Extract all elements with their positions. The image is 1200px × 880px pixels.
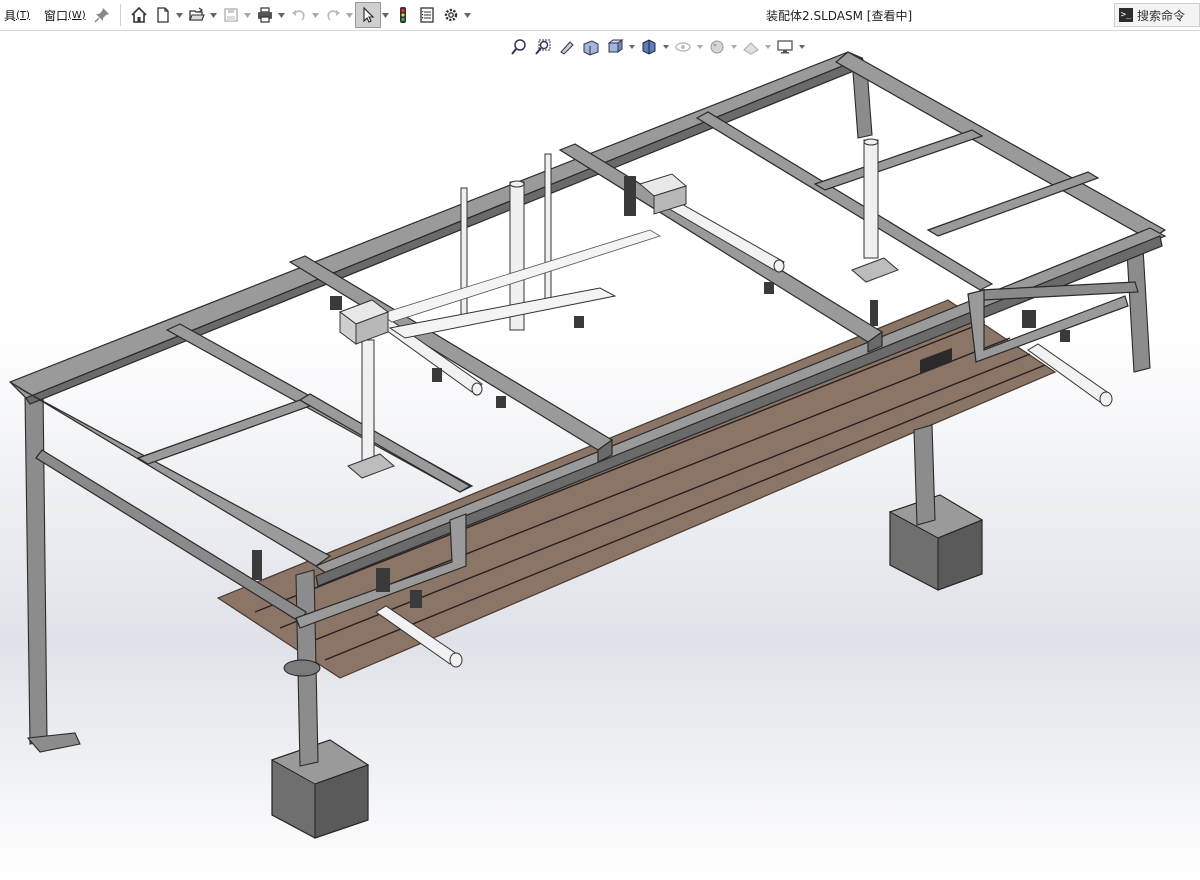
- file-properties-icon[interactable]: [415, 2, 439, 28]
- edit-appearance-icon[interactable]: [706, 36, 728, 58]
- graphics-area[interactable]: [0, 32, 1200, 880]
- command-prompt-icon: >_: [1119, 8, 1133, 22]
- view-settings-icon[interactable]: [774, 36, 796, 58]
- new-document-icon[interactable]: [151, 2, 175, 28]
- pin-icon[interactable]: [90, 2, 114, 28]
- chevron-down-icon[interactable]: [175, 2, 185, 28]
- chevron-down-icon[interactable]: [243, 2, 253, 28]
- chevron-down-icon[interactable]: [730, 45, 738, 49]
- search-commands-label: 搜索命令: [1137, 8, 1186, 23]
- home-icon[interactable]: [127, 2, 151, 28]
- traffic-light-icon[interactable]: [391, 2, 415, 28]
- view-orientation-icon[interactable]: [604, 36, 626, 58]
- chevron-down-icon[interactable]: [628, 45, 636, 49]
- chevron-down-icon[interactable]: [798, 45, 806, 49]
- support-block-front: [270, 739, 370, 839]
- hide-show-icon[interactable]: [672, 36, 694, 58]
- apply-scene-icon[interactable]: [740, 36, 762, 58]
- menu-window[interactable]: 窗口 (W): [40, 0, 90, 31]
- zoom-to-fit-icon[interactable]: [508, 36, 530, 58]
- chevron-down-icon[interactable]: [345, 2, 355, 28]
- previous-view-icon[interactable]: [556, 36, 578, 58]
- chevron-down-icon[interactable]: [463, 2, 473, 28]
- menu-tools[interactable]: 具 (T): [0, 0, 34, 31]
- toolbar-divider: [119, 4, 121, 26]
- zoom-area-icon[interactable]: [532, 36, 554, 58]
- chevron-down-icon[interactable]: [381, 2, 391, 28]
- select-arrow-icon[interactable]: [354, 2, 381, 28]
- open-folder-icon[interactable]: [185, 2, 209, 28]
- document-title: 装配体2.SLDASM [查看中]: [766, 9, 913, 23]
- title-bar: 具 (T) 窗口 (W) 装配体2.SLDASM [查看中] >_ 搜索命令: [0, 0, 1200, 31]
- section-view-icon[interactable]: [580, 36, 602, 58]
- chevron-down-icon[interactable]: [696, 45, 704, 49]
- search-commands[interactable]: >_ 搜索命令: [1114, 3, 1200, 27]
- round-base: [283, 659, 321, 677]
- gear-icon[interactable]: [439, 2, 463, 28]
- print-icon[interactable]: [253, 2, 277, 28]
- chevron-down-icon[interactable]: [277, 2, 287, 28]
- redo-icon[interactable]: [321, 2, 345, 28]
- undo-icon[interactable]: [287, 2, 311, 28]
- chevron-down-icon[interactable]: [662, 45, 670, 49]
- view-toolbar: [508, 35, 806, 59]
- chevron-down-icon[interactable]: [311, 2, 321, 28]
- assembly-model: [8, 51, 1167, 839]
- support-block-back: [888, 494, 984, 591]
- display-style-icon[interactable]: [638, 36, 660, 58]
- save-icon[interactable]: [219, 2, 243, 28]
- chevron-down-icon[interactable]: [209, 2, 219, 28]
- chevron-down-icon[interactable]: [764, 45, 772, 49]
